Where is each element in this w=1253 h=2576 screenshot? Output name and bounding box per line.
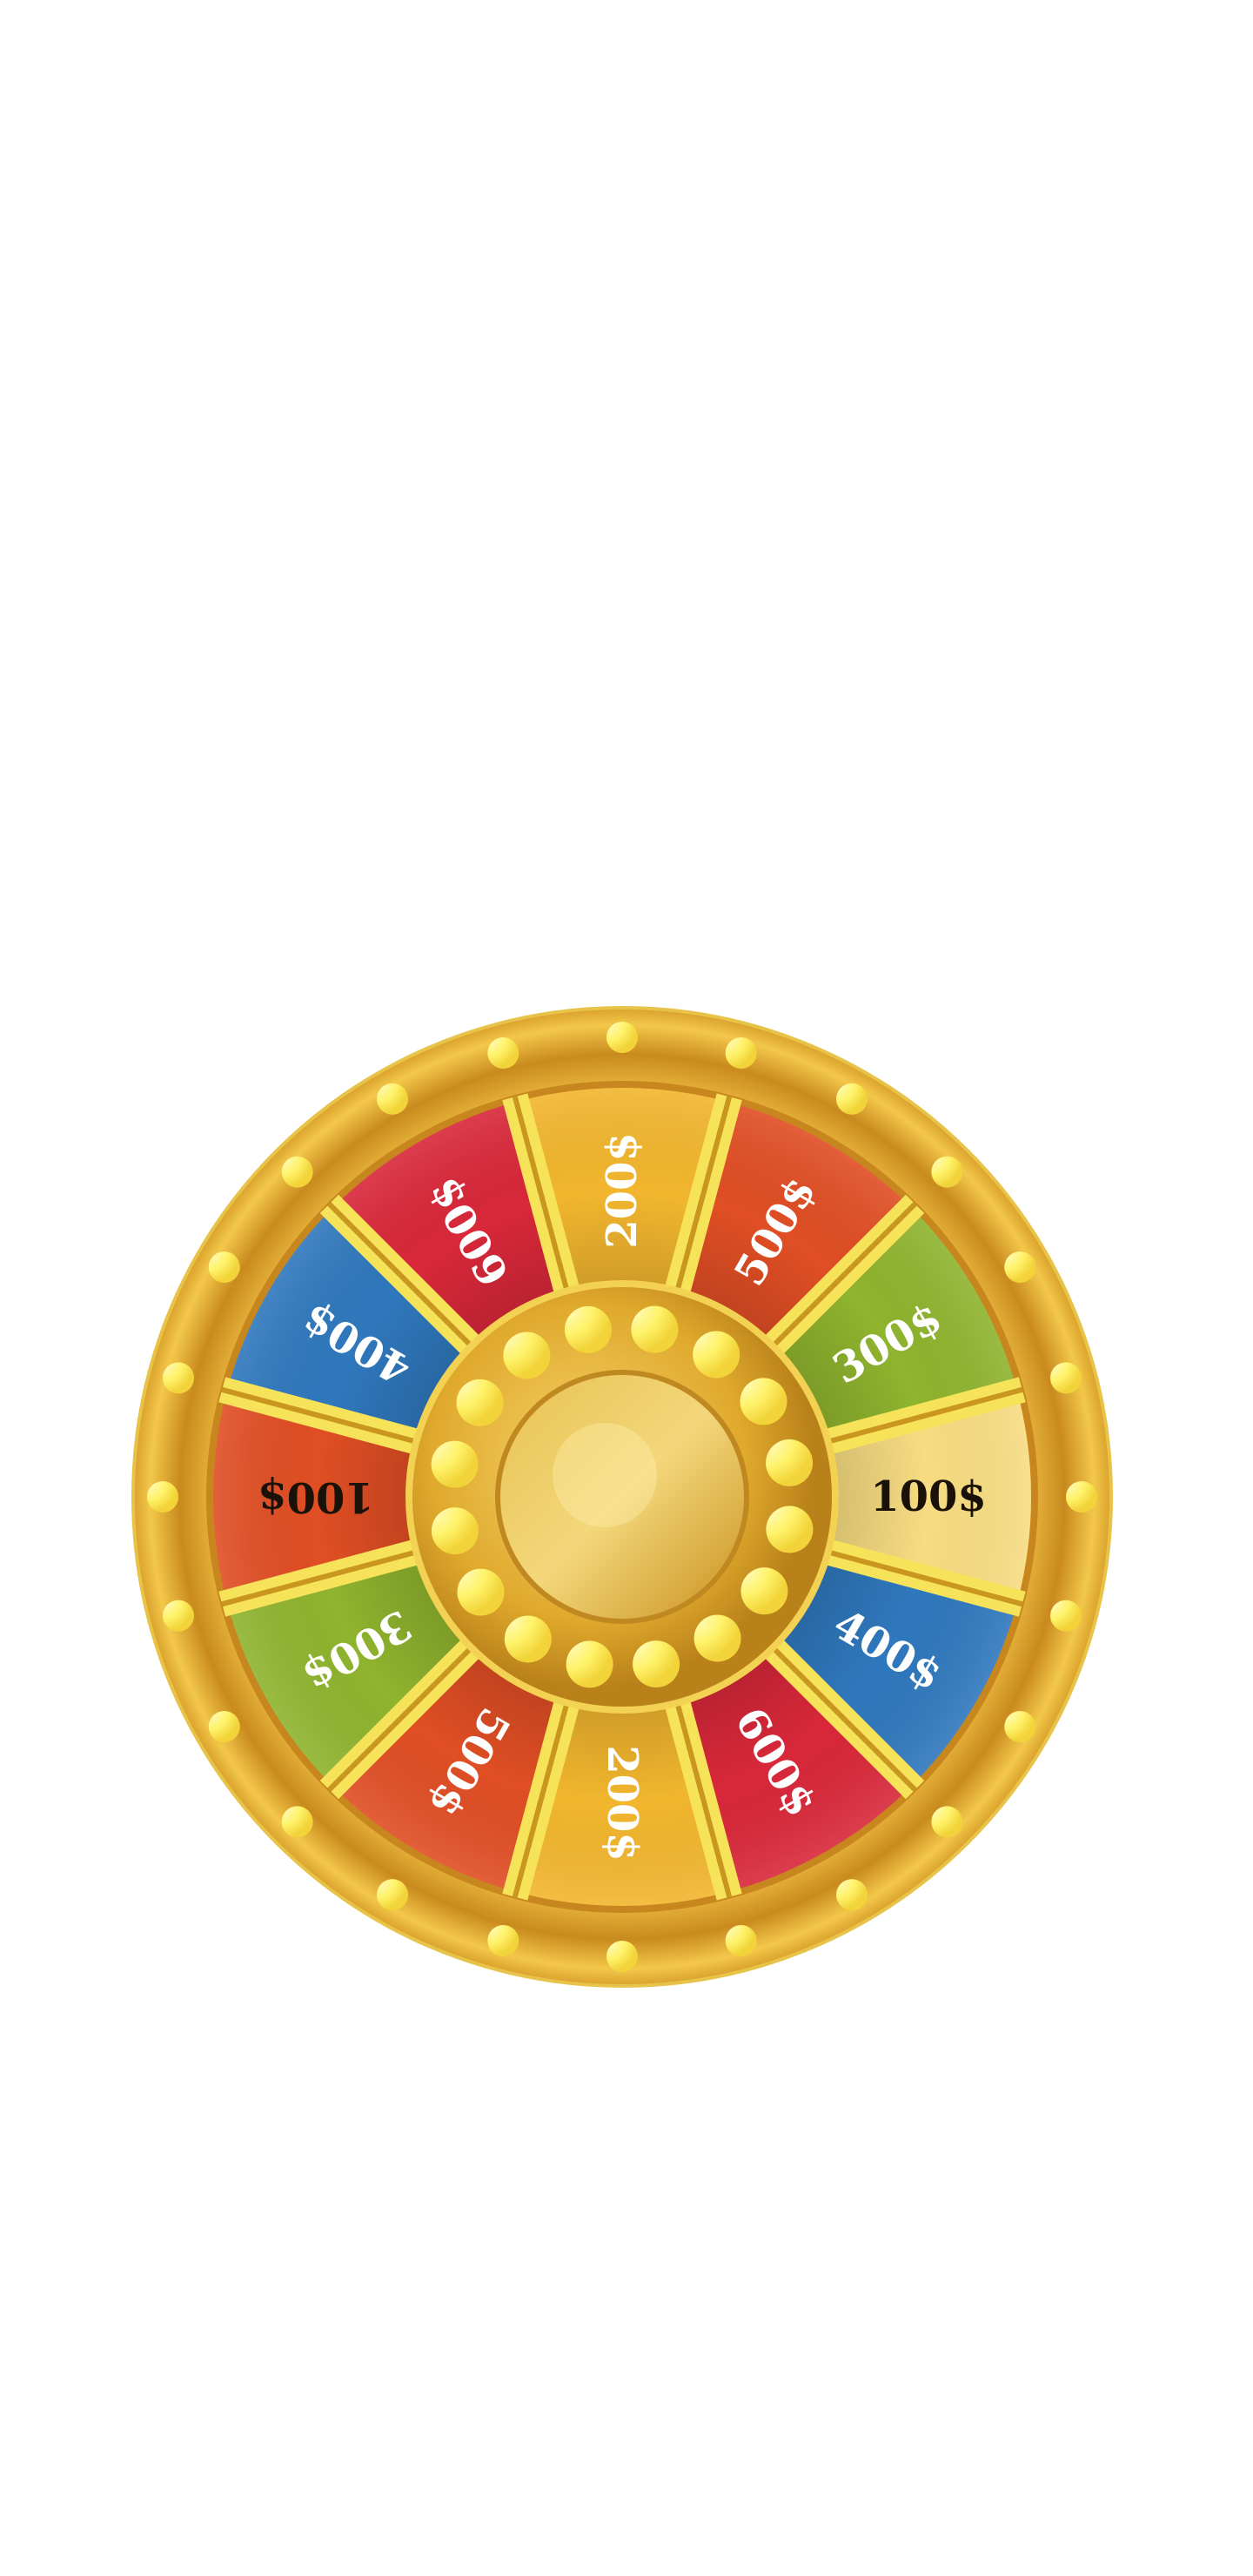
hub-bulb [694, 1614, 741, 1662]
hub-bulb [457, 1568, 505, 1616]
segment-label: 200$ [598, 1745, 647, 1862]
prize-wheel[interactable]: 100$400$600$200$500$300$100$400$600$ 200$… [131, 1005, 1114, 1989]
rim-bulb [208, 1251, 240, 1283]
rim-bulb [377, 1879, 408, 1911]
hub-bulb [431, 1440, 479, 1488]
rim-bulb [931, 1806, 963, 1838]
rim-bulb [1050, 1362, 1082, 1394]
rim-bulb [208, 1711, 240, 1742]
hub-bulb [503, 1332, 551, 1379]
hub-bulb [431, 1507, 479, 1555]
rim-bulb [606, 1941, 638, 1972]
rim-bulb [836, 1083, 868, 1115]
segment-label: 100$ [258, 1472, 374, 1521]
rim-bulb [606, 1022, 638, 1053]
wheel-center-highlight [553, 1423, 657, 1527]
rim-bulb [725, 1036, 757, 1069]
rim-bulb [487, 1925, 519, 1957]
hub-bulb [766, 1439, 814, 1486]
hub-bulb [504, 1615, 552, 1663]
hub-bulb [740, 1378, 787, 1426]
hub-bulb [631, 1305, 679, 1353]
rim-bulb [1004, 1711, 1036, 1742]
segment-label: 200$ [598, 1132, 647, 1249]
hub-bulb [456, 1379, 504, 1426]
rim-bulb [1050, 1600, 1082, 1632]
rim-bulb [377, 1083, 408, 1115]
rim-bulb [162, 1600, 194, 1632]
hub-bulb [633, 1640, 680, 1688]
segment-label: 100$ [870, 1472, 987, 1521]
rim-bulb [1004, 1251, 1036, 1283]
hub-bulb [566, 1640, 613, 1688]
rim-bulb [1066, 1481, 1097, 1513]
rim-bulb [487, 1036, 519, 1069]
rim-bulb [836, 1879, 868, 1911]
hub-bulb [740, 1567, 788, 1615]
rim-bulb [725, 1925, 757, 1957]
rim-bulb [147, 1481, 178, 1513]
rim-bulb [281, 1156, 313, 1188]
rim-bulb [281, 1806, 313, 1838]
hub-bulb [564, 1305, 612, 1353]
rim-bulb [931, 1156, 963, 1188]
hub-bulb [766, 1506, 814, 1553]
rim-bulb [162, 1362, 194, 1394]
game-screen: 100$ 400$ 600$ 200$ 500$ 300$ 100$ 400$ 600$ 200$… [0, 0, 1253, 2576]
hub-bulb [693, 1331, 740, 1379]
